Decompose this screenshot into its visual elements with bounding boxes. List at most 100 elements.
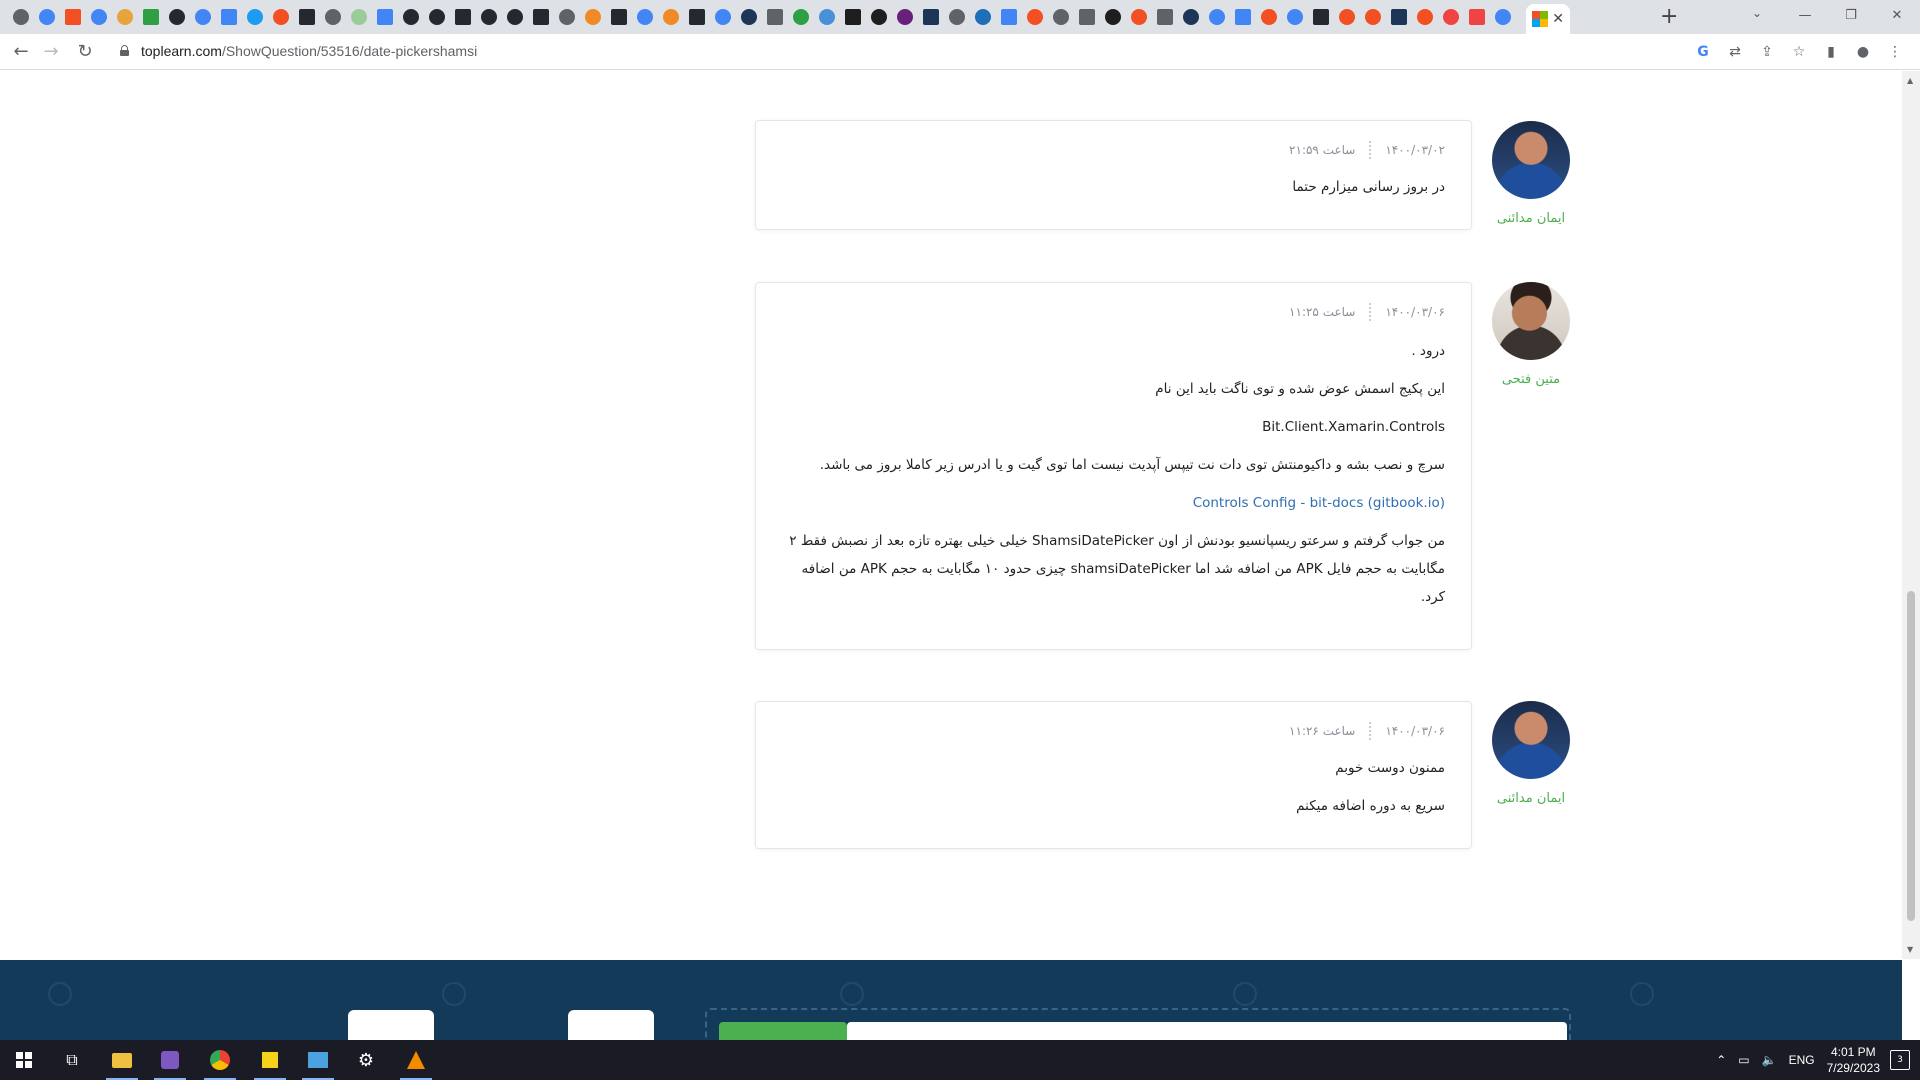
tab-favicon-icon[interactable]: [1022, 6, 1048, 28]
vlc-icon[interactable]: [392, 1040, 440, 1080]
start-button[interactable]: [0, 1040, 48, 1080]
profile-icon[interactable]: ●: [1852, 42, 1874, 62]
tab-favicon-icon[interactable]: [1230, 6, 1256, 28]
side-panel-icon[interactable]: ▮: [1820, 42, 1842, 62]
subscribe-button[interactable]: [719, 1022, 847, 1040]
tab-favicon-icon[interactable]: [268, 6, 294, 28]
tab-favicon-icon[interactable]: [1412, 6, 1438, 28]
scroll-down-arrow[interactable]: ▼: [1907, 945, 1913, 954]
tab-favicon-icon[interactable]: [372, 6, 398, 28]
scrollbar-thumb[interactable]: [1907, 591, 1915, 921]
author-name[interactable]: متین فتحی: [1491, 372, 1571, 387]
tab-favicon-icon[interactable]: [1308, 6, 1334, 28]
google-icon[interactable]: G: [1692, 42, 1714, 62]
close-window-button[interactable]: ✕: [1874, 0, 1920, 30]
tab-favicon-icon[interactable]: [1204, 6, 1230, 28]
volume-icon[interactable]: 🔈: [1762, 1053, 1777, 1067]
avatar[interactable]: [1492, 701, 1570, 779]
tab-favicon-icon[interactable]: [216, 6, 242, 28]
avatar[interactable]: [1492, 121, 1570, 199]
tab-favicon-icon[interactable]: [762, 6, 788, 28]
language-indicator[interactable]: ENG: [1789, 1053, 1815, 1067]
tab-favicon-icon[interactable]: [736, 6, 762, 28]
enamad-badge-logo[interactable]: [568, 1010, 654, 1040]
tab-favicon-icon[interactable]: [8, 6, 34, 28]
docs-link[interactable]: Controls Config - bit-docs (gitbook.io): [1193, 495, 1445, 511]
tab-favicon-icon[interactable]: [788, 6, 814, 28]
new-tab-button[interactable]: +: [1660, 4, 1678, 29]
visual-studio-icon[interactable]: [146, 1040, 194, 1080]
address-bar[interactable]: toplearn.com/ShowQuestion/53516/date-pic…: [141, 43, 477, 59]
tab-favicon-icon[interactable]: [398, 6, 424, 28]
task-view-icon[interactable]: ⧉: [48, 1040, 96, 1080]
lock-icon[interactable]: [120, 45, 129, 56]
chrome-icon[interactable]: [196, 1040, 244, 1080]
network-icon[interactable]: ▭: [1738, 1053, 1749, 1067]
tab-favicon-icon[interactable]: [892, 6, 918, 28]
tab-favicon-icon[interactable]: [424, 6, 450, 28]
avatar[interactable]: [1492, 282, 1570, 360]
forward-button[interactable]: →: [40, 41, 62, 63]
menu-icon[interactable]: ⋮: [1884, 42, 1906, 62]
author-name[interactable]: ایمان مدائنی: [1491, 791, 1571, 806]
tab-favicon-icon[interactable]: [632, 6, 658, 28]
tab-favicon-icon[interactable]: [1048, 6, 1074, 28]
share-icon[interactable]: ⇪: [1756, 42, 1778, 62]
settings-gear-icon[interactable]: ⚙: [342, 1040, 390, 1080]
tab-favicon-icon[interactable]: [164, 6, 190, 28]
file-explorer-icon[interactable]: [98, 1040, 146, 1080]
tab-favicon-icon[interactable]: [658, 6, 684, 28]
bookmark-star-icon[interactable]: ☆: [1788, 42, 1810, 62]
tab-favicon-icon[interactable]: [450, 6, 476, 28]
page-scrollbar[interactable]: ▲ ▼: [1902, 71, 1920, 959]
tab-favicon-icon[interactable]: [34, 6, 60, 28]
close-tab-icon[interactable]: ✕: [1552, 11, 1564, 27]
tab-favicon-icon[interactable]: [528, 6, 554, 28]
active-tab[interactable]: ✕: [1526, 4, 1570, 34]
sticky-notes-icon[interactable]: [246, 1040, 294, 1080]
tab-favicon-icon[interactable]: [190, 6, 216, 28]
translate-icon[interactable]: ⇄: [1724, 42, 1746, 62]
tab-favicon-icon[interactable]: [710, 6, 736, 28]
trust-badge-logo[interactable]: [348, 1010, 434, 1040]
newsletter-input[interactable]: [847, 1022, 1567, 1040]
reload-button[interactable]: ↻: [74, 41, 96, 63]
maximize-button[interactable]: ❐: [1828, 0, 1874, 30]
tab-favicon-icon[interactable]: [242, 6, 268, 28]
tab-favicon-icon[interactable]: [1360, 6, 1386, 28]
minimize-button[interactable]: —: [1782, 0, 1828, 30]
tab-favicon-icon[interactable]: [476, 6, 502, 28]
tab-favicon-icon[interactable]: [580, 6, 606, 28]
tab-favicon-icon[interactable]: [1126, 6, 1152, 28]
tab-favicon-icon[interactable]: [554, 6, 580, 28]
tab-favicon-icon[interactable]: [320, 6, 346, 28]
tab-favicon-icon[interactable]: [918, 6, 944, 28]
tab-favicon-icon[interactable]: [60, 6, 86, 28]
tab-favicon-icon[interactable]: [1490, 6, 1516, 28]
tab-favicon-icon[interactable]: [814, 6, 840, 28]
tab-favicon-icon[interactable]: [138, 6, 164, 28]
tab-favicon-icon[interactable]: [1386, 6, 1412, 28]
tab-favicon-icon[interactable]: [86, 6, 112, 28]
tab-favicon-icon[interactable]: [1438, 6, 1464, 28]
tray-overflow-icon[interactable]: ⌃: [1716, 1053, 1726, 1067]
author-name[interactable]: ایمان مدائنی: [1491, 211, 1571, 226]
tab-favicon-icon[interactable]: [1464, 6, 1490, 28]
tab-favicon-icon[interactable]: [606, 6, 632, 28]
tab-favicon-icon[interactable]: [944, 6, 970, 28]
tab-favicon-icon[interactable]: [1334, 6, 1360, 28]
tab-favicon-icon[interactable]: [840, 6, 866, 28]
notification-center-icon[interactable]: 3: [1890, 1050, 1910, 1070]
tab-favicon-icon[interactable]: [996, 6, 1022, 28]
tab-favicon-icon[interactable]: [866, 6, 892, 28]
tab-favicon-icon[interactable]: [1074, 6, 1100, 28]
app-window-icon[interactable]: [294, 1040, 342, 1080]
tab-search-icon[interactable]: ⌄: [1752, 6, 1762, 20]
tab-favicon-icon[interactable]: [1100, 6, 1126, 28]
tab-favicon-icon[interactable]: [294, 6, 320, 28]
tab-favicon-icon[interactable]: [346, 6, 372, 28]
tab-favicon-icon[interactable]: [1256, 6, 1282, 28]
tab-favicon-icon[interactable]: [1282, 6, 1308, 28]
tab-favicon-icon[interactable]: [684, 6, 710, 28]
tab-favicon-icon[interactable]: [1152, 6, 1178, 28]
